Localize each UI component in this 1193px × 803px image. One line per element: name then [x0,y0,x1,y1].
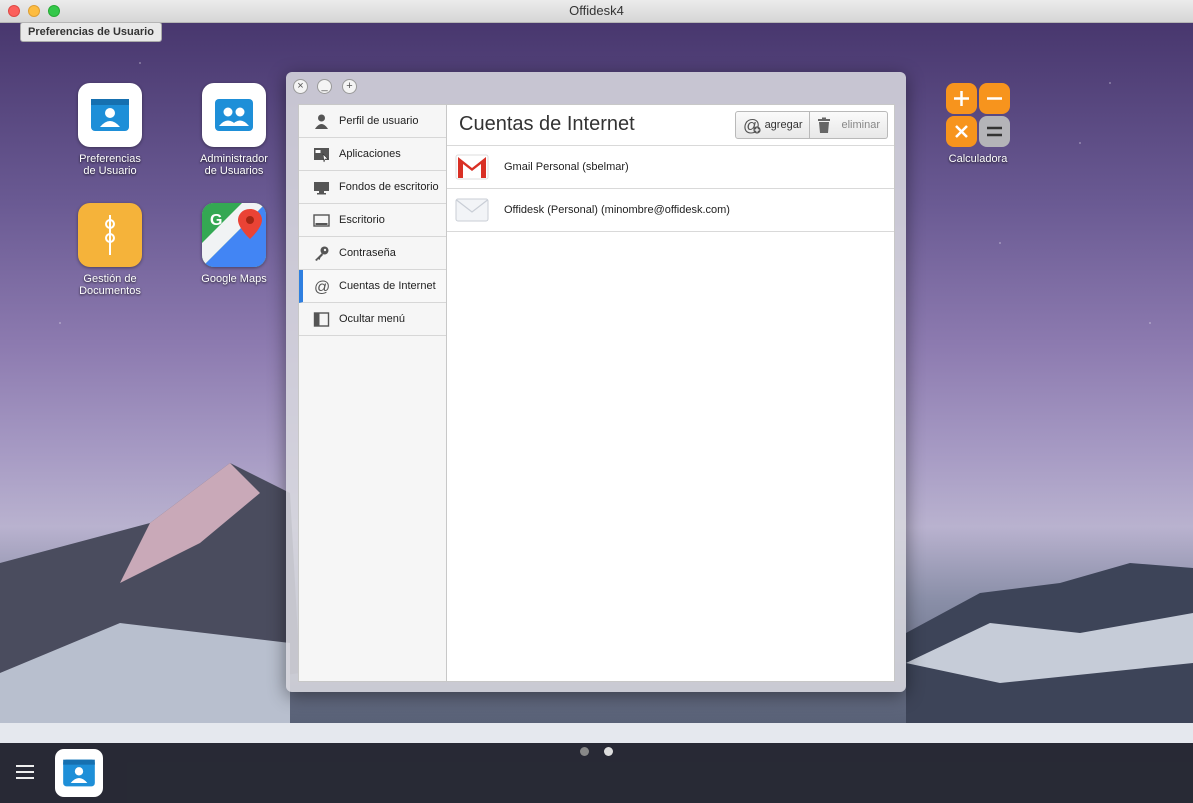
google-maps-icon: G [202,203,266,267]
folder-icon [78,203,142,267]
sidebar-item-fondos[interactable]: Fondos de escritorio [299,171,447,204]
at-icon: @ [314,279,330,295]
page-indicator [580,747,628,756]
preferences-window: × _ + Perfil de usuario Aplicaciones Fon… [286,72,906,692]
sidebar-item-aplicaciones[interactable]: Aplicaciones [299,138,447,171]
desktop-app-administrador[interactable]: Administrador de Usuarios [179,83,289,177]
sidebar-icon [313,311,330,327]
account-row[interactable]: Gmail Personal (sbelmar) [447,146,894,189]
user-card-icon [78,83,142,147]
desktop-app-preferencias[interactable]: Preferencias de Usuario [55,83,165,177]
user-card-icon [63,759,95,787]
svg-text:@: @ [314,279,330,295]
app-titlebar: Offidesk4 [0,0,1193,23]
apps-icon [314,147,329,162]
content-header: Cuentas de Internet @ agregar eliminar [447,105,894,146]
page-dot-1[interactable] [580,747,589,756]
desktop-app-google-maps[interactable]: G Google Maps [179,203,289,285]
window-minimize-button[interactable] [28,5,40,17]
trash-icon [818,117,831,133]
sidebar-item-contrasena[interactable]: Contraseña [299,237,447,270]
sidebar-item-ocultar-menu[interactable]: Ocultar menú [299,303,447,336]
sidebar-item-perfil[interactable]: Perfil de usuario [299,105,447,138]
add-account-button[interactable]: @ agregar [734,111,811,139]
prefs-maximize-button[interactable]: + [342,79,357,94]
dock-app-preferencias[interactable] [55,749,103,797]
hamburger-menu-icon[interactable] [16,765,34,783]
window-close-button[interactable] [8,5,20,17]
monitor-icon [314,181,329,194]
key-icon [315,246,329,261]
svg-text:G: G [210,212,222,229]
prefs-minimize-button[interactable]: _ [317,79,332,94]
window-zoom-button[interactable] [48,5,60,17]
window-title: Offidesk4 [569,3,624,18]
sidebar-item-escritorio[interactable]: Escritorio [299,204,447,237]
users-card-icon [202,83,266,147]
page-title: Cuentas de Internet [459,113,635,135]
sidebar-item-cuentas-internet[interactable]: @ Cuentas de Internet [299,270,447,303]
desktop-icon [313,213,330,227]
desktop-app-gestion-documentos[interactable]: Gestión de Documentos [55,203,165,297]
user-icon [315,114,328,129]
mail-envelope-icon [455,198,489,222]
prefs-sidebar: Perfil de usuario Aplicaciones Fondos de… [298,104,447,682]
accounts-toolbar: @ agregar eliminar [734,111,888,139]
delete-account-button[interactable]: eliminar [810,111,888,139]
dock [0,743,1193,803]
gmail-icon [455,154,489,180]
prefs-content: Cuentas de Internet @ agregar eliminar G… [446,104,895,682]
tooltip: Preferencias de Usuario [20,23,162,42]
account-row[interactable]: Offidesk (Personal) (minombre@offidesk.c… [447,189,894,232]
prefs-close-button[interactable]: × [293,79,308,94]
page-dot-2[interactable] [604,747,613,756]
desktop-app-calculadora[interactable]: Calculadora [923,83,1033,165]
calculator-icon [946,83,1010,147]
add-at-icon: @ [743,116,761,134]
